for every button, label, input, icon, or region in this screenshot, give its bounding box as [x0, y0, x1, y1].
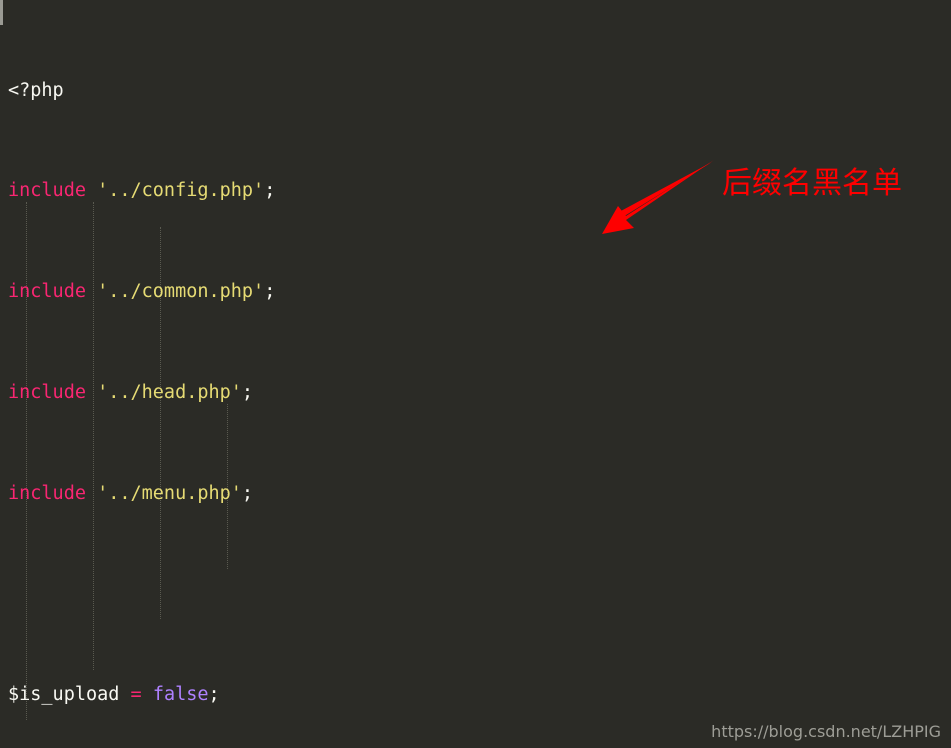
code-line: include '../menu.php'; — [8, 482, 254, 504]
annotation-label: 后缀名黑名单 — [722, 166, 902, 201]
code-line: include '../common.php'; — [8, 281, 276, 303]
code-line: include '../head.php'; — [8, 382, 254, 403]
source-code[interactable]: <?php include '../config.php'; include '… — [0, 0, 951, 748]
code-line: $is_upload = false; — [8, 684, 220, 706]
code-line: <?php — [8, 79, 64, 101]
code-screenshot: <?php include '../config.php'; include '… — [0, 0, 951, 748]
watermark-text: https://blog.csdn.net/LZHPIG — [711, 722, 941, 741]
